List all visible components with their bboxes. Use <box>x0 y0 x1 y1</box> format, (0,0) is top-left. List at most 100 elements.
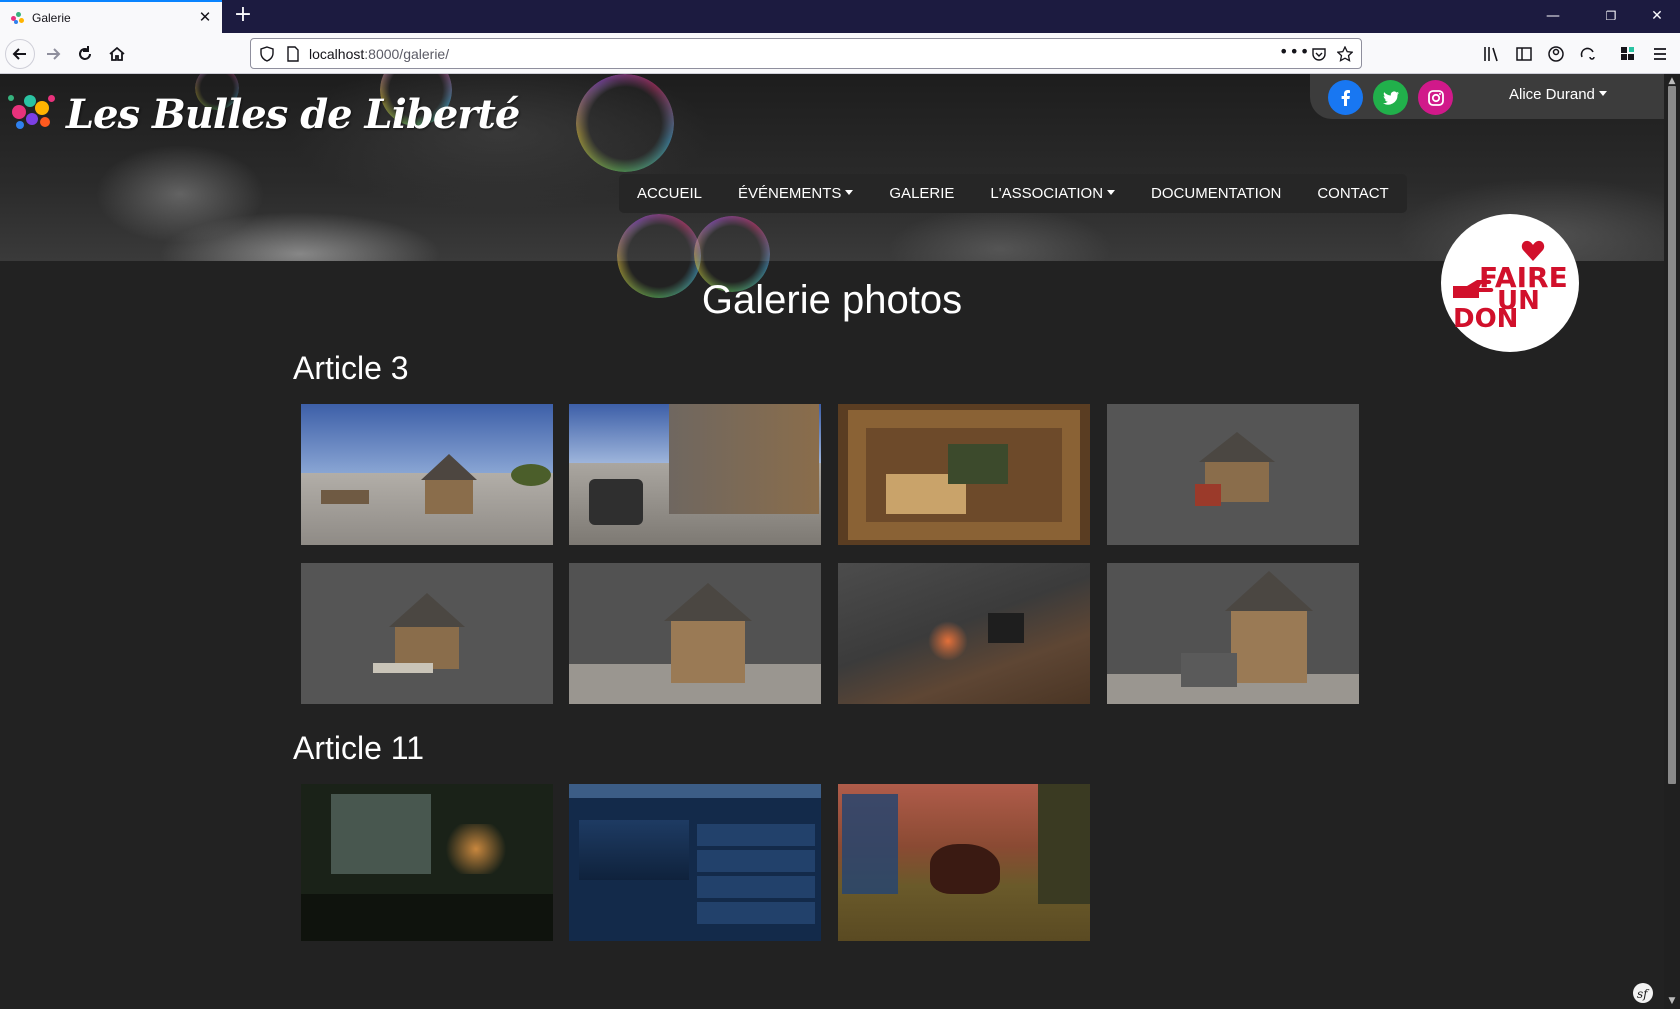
heart-icon <box>1521 240 1545 261</box>
photo-shed <box>1181 653 1237 687</box>
photo-panel-row <box>697 902 815 924</box>
photo-ui-panel <box>842 794 898 894</box>
url-text: localhost:8000/galerie/ <box>309 46 449 62</box>
photo-house <box>671 621 745 683</box>
twitter-bird-icon <box>1382 90 1399 105</box>
shield-icon[interactable] <box>259 46 275 62</box>
photo-forge <box>1195 484 1221 506</box>
photo-roof <box>664 583 752 621</box>
nav-item-association[interactable]: L'ASSOCIATION <box>990 185 1116 202</box>
photo-base <box>373 663 433 673</box>
gallery-photo[interactable] <box>569 404 821 545</box>
site-favicon-icon <box>10 10 26 26</box>
gallery-photo[interactable] <box>838 404 1090 545</box>
gallery-photo[interactable] <box>301 404 553 545</box>
facebook-icon[interactable] <box>1328 80 1363 115</box>
nav-item-galerie[interactable]: GALERIE <box>889 185 954 202</box>
scrollbar-thumb[interactable] <box>1668 86 1676 784</box>
logo-text: Les Bulles de Liberté <box>66 90 520 138</box>
photo-house <box>1231 611 1307 683</box>
photo-panel-text <box>579 820 689 880</box>
caret-down-icon <box>845 189 854 195</box>
scroll-up-icon[interactable]: ▲ <box>1667 76 1677 86</box>
gallery-photo[interactable] <box>1107 404 1359 545</box>
photo-window <box>331 794 431 874</box>
page-icon[interactable] <box>285 46 301 62</box>
nav-item-contact[interactable]: CONTACT <box>1317 185 1388 202</box>
paint-splash-icon <box>8 89 64 139</box>
account-icon[interactable] <box>1547 45 1565 63</box>
pocket-icon[interactable] <box>1311 46 1327 62</box>
menu-hamburger-icon[interactable] <box>1651 45 1669 63</box>
url-host: localhost <box>309 46 365 62</box>
photo-panel-header <box>569 784 821 798</box>
gallery-photo[interactable] <box>301 784 553 941</box>
photo-tree <box>511 464 551 486</box>
user-menu[interactable]: Alice Durand <box>1509 86 1607 103</box>
photo-house <box>425 480 473 514</box>
library-icon[interactable] <box>1482 45 1500 63</box>
gallery-photo[interactable] <box>838 563 1090 704</box>
caret-down-icon <box>1598 90 1607 96</box>
page-scrollbar[interactable]: ▲ ▼ <box>1664 74 1680 1009</box>
site-logo[interactable]: Les Bulles de Liberté <box>8 84 520 144</box>
close-tab-icon[interactable]: ✕ <box>196 8 214 26</box>
sidebar-icon[interactable] <box>1515 45 1533 63</box>
page-content: Les Bulles de Liberté Alice Durand ACCUE… <box>0 74 1664 1009</box>
sync-icon[interactable] <box>1579 45 1597 63</box>
section-title-article-3: Article 3 <box>293 350 409 386</box>
extensions-icon[interactable] <box>1619 45 1637 63</box>
minimize-icon[interactable]: — <box>1530 0 1576 33</box>
back-button[interactable] <box>5 39 35 69</box>
photo-panel-row <box>697 824 815 846</box>
photo-fire <box>928 621 968 661</box>
page-actions-icon[interactable]: ••• <box>1279 42 1310 61</box>
photo-creature <box>930 844 1000 894</box>
main-nav: ACCUEIL ÉVÉNEMENTS GALERIE L'ASSOCIATION… <box>619 174 1407 213</box>
instagram-icon[interactable] <box>1418 80 1453 115</box>
forward-arrow-icon <box>47 48 61 60</box>
new-tab-icon[interactable]: + <box>231 4 255 28</box>
url-bar[interactable]: localhost:8000/galerie/ ••• <box>250 38 1362 69</box>
nav-item-evenements[interactable]: ÉVÉNEMENTS <box>738 185 854 202</box>
gallery-photo[interactable] <box>1107 563 1359 704</box>
home-icon <box>109 46 125 61</box>
twitter-icon[interactable] <box>1373 80 1408 115</box>
reload-icon <box>79 46 91 60</box>
photo-cart <box>321 490 369 504</box>
symfony-toolbar-icon[interactable]: sf <box>1632 982 1654 1004</box>
nav-item-accueil[interactable]: ACCUEIL <box>637 185 702 202</box>
photo-floor <box>301 894 553 941</box>
window-close-icon[interactable]: ✕ <box>1634 0 1680 33</box>
bookmark-star-icon[interactable] <box>1337 46 1353 62</box>
photo-panel-row <box>697 850 815 872</box>
photo-anvil <box>589 479 643 525</box>
scroll-down-icon[interactable]: ▼ <box>1667 996 1677 1006</box>
tab-title: Galerie <box>32 10 71 25</box>
restore-icon[interactable]: ❐ <box>1588 0 1634 33</box>
photo-lamp <box>441 824 511 874</box>
top-right-bar: Alice Durand <box>1310 74 1664 119</box>
back-arrow-icon <box>12 48 26 60</box>
gallery-photo[interactable] <box>838 784 1090 941</box>
browser-tab[interactable]: Galerie ✕ <box>0 0 222 33</box>
nav-item-evenements-label: ÉVÉNEMENTS <box>738 185 842 202</box>
instagram-glyph-icon <box>1427 89 1444 106</box>
reload-button[interactable] <box>70 39 100 69</box>
photo-tree <box>1038 784 1090 904</box>
photo-roof <box>1199 432 1275 462</box>
section-title-article-11: Article 11 <box>293 730 425 766</box>
bubble-decoration <box>576 74 674 172</box>
browser-tabbar: Galerie ✕ + — ❐ ✕ <box>0 0 1680 33</box>
facebook-glyph-icon <box>1341 89 1350 106</box>
browser-navbar: localhost:8000/galerie/ ••• <box>0 33 1680 74</box>
gallery-photo[interactable] <box>569 784 821 941</box>
photo-roof <box>1225 571 1313 611</box>
forward-button[interactable] <box>38 39 68 69</box>
home-button[interactable] <box>102 39 132 69</box>
gallery-photo[interactable] <box>569 563 821 704</box>
photo-roof <box>421 454 477 480</box>
gallery-photo[interactable] <box>301 563 553 704</box>
nav-item-documentation[interactable]: DOCUMENTATION <box>1151 185 1281 202</box>
caret-down-icon <box>1107 189 1116 195</box>
